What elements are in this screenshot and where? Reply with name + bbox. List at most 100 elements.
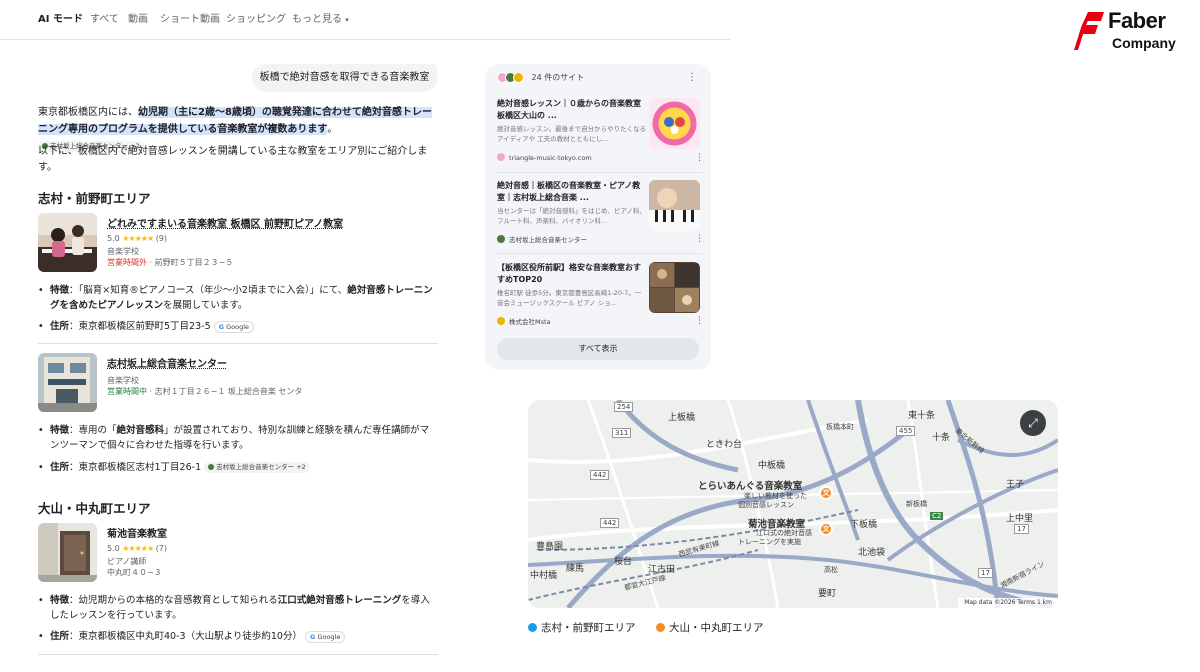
- area-heading: 志村・前野町エリア: [38, 191, 151, 206]
- source-card[interactable]: 【板橋区役所前駅】格安な音楽教室おすすめTOP20 椎名町駅 徒歩5分。東京都豊…: [495, 262, 704, 332]
- site-favicon-icon: [513, 72, 524, 83]
- map-pin-label: とらいあんぐる音楽教室: [698, 481, 803, 492]
- feature-bullet: 特徴：幼児期からの本格的な音感教育として知られる江口式絶対音感トレーニングを導入…: [38, 593, 438, 623]
- source-card[interactable]: 絶対音感｜板橋区の音楽教室・ピアノ教室｜志村坂上総合音楽 ... 当センターは「…: [495, 180, 704, 250]
- map-label: 高松: [824, 566, 838, 574]
- business-card[interactable]: 志村坂上総合音楽センター 音楽学校 営業時間中 · 志村１丁目２６−１ 坂上総合…: [38, 353, 438, 413]
- tab-short-videos[interactable]: ショート動画: [160, 10, 220, 25]
- legend-dot-icon: [656, 623, 665, 632]
- more-options-icon[interactable]: ⋮: [695, 153, 704, 163]
- logo-text-faber: Faber: [1108, 8, 1166, 33]
- source-card[interactable]: 絶対音感レッスン｜０歳からの音楽教室 板橋区大山の ... 絶対音感レッスン。最…: [495, 98, 704, 168]
- business-address: 中丸町４０−３: [107, 568, 162, 577]
- map-label: 上板橋: [668, 413, 696, 423]
- route-shield: 311: [612, 428, 632, 438]
- business-hours-status: 営業時間中: [107, 387, 147, 396]
- source-thumbnail: [649, 262, 700, 313]
- route-shield: 17: [978, 568, 993, 578]
- more-options-icon[interactable]: ⋮: [695, 316, 704, 326]
- logo-text-company: Company: [1112, 35, 1176, 51]
- divider: [495, 172, 702, 173]
- business-name[interactable]: どれみですまいる音楽教室 板橋区 前野町ピアノ教室: [107, 215, 343, 230]
- map[interactable]: 上板橋 東十条 ときわ台 板橋本町 十条 中板橋 新板橋 王子 上中里 下板橋 …: [528, 400, 1058, 608]
- map-label: 十条: [932, 433, 951, 443]
- source-title[interactable]: 【板橋区役所前駅】格安な音楽教室おすすめTOP20: [497, 262, 647, 286]
- business-card[interactable]: どれみですまいる音楽教室 板橋区 前野町ピアノ教室 5.0 ★★★★★ (9) …: [38, 213, 438, 273]
- business-card[interactable]: 菊池音楽教室 5.0 ★★★★★ (7) ピアノ講師 中丸町４０−３: [38, 523, 438, 583]
- tab-shopping[interactable]: ショッピング: [226, 10, 286, 25]
- tab-more[interactable]: もっと見る ▾: [292, 10, 349, 25]
- show-all-button[interactable]: すべて表示: [497, 338, 699, 360]
- map-attribution: Map data ©2026 Terms 1 km: [958, 598, 1058, 608]
- google-source-chip[interactable]: G Google: [213, 320, 254, 333]
- intro-post: 。: [327, 124, 338, 135]
- sources-panel: 24 件のサイト ⋮ 絶対音感レッスン｜０歳からの音楽教室 板橋区大山の ...…: [485, 64, 711, 370]
- site-favicon-icon: [497, 317, 505, 325]
- more-options-icon[interactable]: ⋮: [695, 234, 704, 244]
- address-bullet: 住所：東京都板橋区前野町5丁目23-5 G Google: [38, 319, 438, 334]
- map-label: 板橋本町: [826, 423, 854, 431]
- map-label: 豊島園: [536, 542, 564, 552]
- map-label: 新板橋: [906, 500, 927, 508]
- route-shield: 17: [1014, 524, 1029, 534]
- map-label: ときわ台: [706, 440, 743, 450]
- chevron-down-icon: ▾: [345, 16, 349, 24]
- route-shield: 455: [896, 426, 916, 436]
- business-status-line: 営業時間外 · 前野町５丁目２３−５: [107, 258, 234, 267]
- map-label: 要町: [818, 589, 837, 599]
- source-chip[interactable]: 志村坂上総合音楽センター +2: [204, 462, 310, 473]
- business-hours-status: 営業時間外: [107, 258, 147, 267]
- business-name[interactable]: 菊池音楽教室: [107, 525, 167, 540]
- business-photo: [38, 213, 97, 272]
- map-label: 王子: [1006, 480, 1025, 490]
- business-photo: [38, 523, 97, 582]
- tab-all[interactable]: すべて: [90, 10, 119, 25]
- route-shield: 442: [590, 470, 610, 480]
- route-shield: 442: [600, 518, 620, 528]
- legend-item: 志村・前野町エリア: [528, 620, 636, 635]
- star-rating-icon: ★★★★★: [122, 234, 154, 243]
- source-thumbnail: [649, 98, 700, 149]
- divider: [495, 253, 702, 254]
- tab-ai-mode[interactable]: AI モード: [38, 10, 83, 25]
- user-query-bubble: 板橋で絶対音感を取得できる音楽教室: [252, 64, 437, 92]
- source-snippet: 椎名町駅 徒歩5分。東京都豊島区長崎1-20-7。一音会ミュージックスクール ピ…: [497, 289, 642, 307]
- site-favicon-icon: [497, 153, 505, 161]
- map-pin-school-icon[interactable]: 文: [819, 522, 833, 536]
- business-rating: 5.0 ★★★★★ (7): [107, 544, 168, 553]
- tab-videos[interactable]: 動画: [128, 10, 148, 25]
- google-icon: G: [218, 322, 224, 331]
- map-label: 中板橋: [758, 461, 786, 471]
- address-bullet: 住所：東京都板橋区中丸町40-3（大山駅より徒歩約10分） G Google: [38, 629, 438, 644]
- map-pin-sublabel: トレーニングを実施: [738, 538, 801, 546]
- route-shield: 254: [614, 402, 634, 412]
- answer-paragraph: 以下に、板橋区内で絶対音感レッスンを開講している主な教室をエリア別にご紹介します…: [38, 146, 428, 173]
- google-icon: G: [310, 632, 316, 641]
- site-favicon-icon: [497, 235, 505, 243]
- map-label: 練馬: [566, 564, 585, 574]
- business-name[interactable]: 志村坂上総合音楽センター: [107, 355, 227, 370]
- google-source-chip[interactable]: G Google: [305, 630, 346, 643]
- sources-header: 24 件のサイト: [497, 72, 584, 83]
- map-label: 上中里: [1006, 514, 1034, 524]
- source-site: triangle-music-tokyo.com: [497, 153, 592, 162]
- source-thumbnail: [649, 180, 700, 231]
- source-title[interactable]: 絶対音感レッスン｜０歳からの音楽教室 板橋区大山の ...: [497, 98, 647, 122]
- business-category: ピアノ講師: [107, 557, 147, 566]
- business-photo: [38, 353, 97, 412]
- feature-bullet: 特徴：「脳育×知育®ピアノコース（年少〜小2頃までに入会）」にて、絶対音感トレー…: [38, 283, 438, 313]
- area-heading: 大山・中丸町エリア: [38, 501, 151, 516]
- map-pin-school-icon[interactable]: 文: [819, 486, 833, 500]
- legend-item: 大山・中丸町エリア: [656, 620, 764, 635]
- divider: [38, 654, 438, 655]
- map-label: 桜台: [614, 557, 633, 567]
- expand-map-icon[interactable]: ⤢: [1020, 410, 1046, 436]
- source-favicon-icon: [208, 464, 215, 470]
- map-pin-sublabel: 個別音感レッスン: [738, 501, 794, 509]
- more-options-icon[interactable]: ⋮: [687, 72, 697, 83]
- source-title[interactable]: 絶対音感｜板橋区の音楽教室・ピアノ教室｜志村坂上総合音楽 ...: [497, 180, 647, 204]
- map-label: 北池袋: [858, 548, 886, 558]
- faber-company-logo: Faber Company: [1074, 8, 1192, 54]
- business-rating: 5.0 ★★★★★ (9): [107, 234, 168, 243]
- source-site: 志村坂上総合音楽センター: [497, 234, 587, 244]
